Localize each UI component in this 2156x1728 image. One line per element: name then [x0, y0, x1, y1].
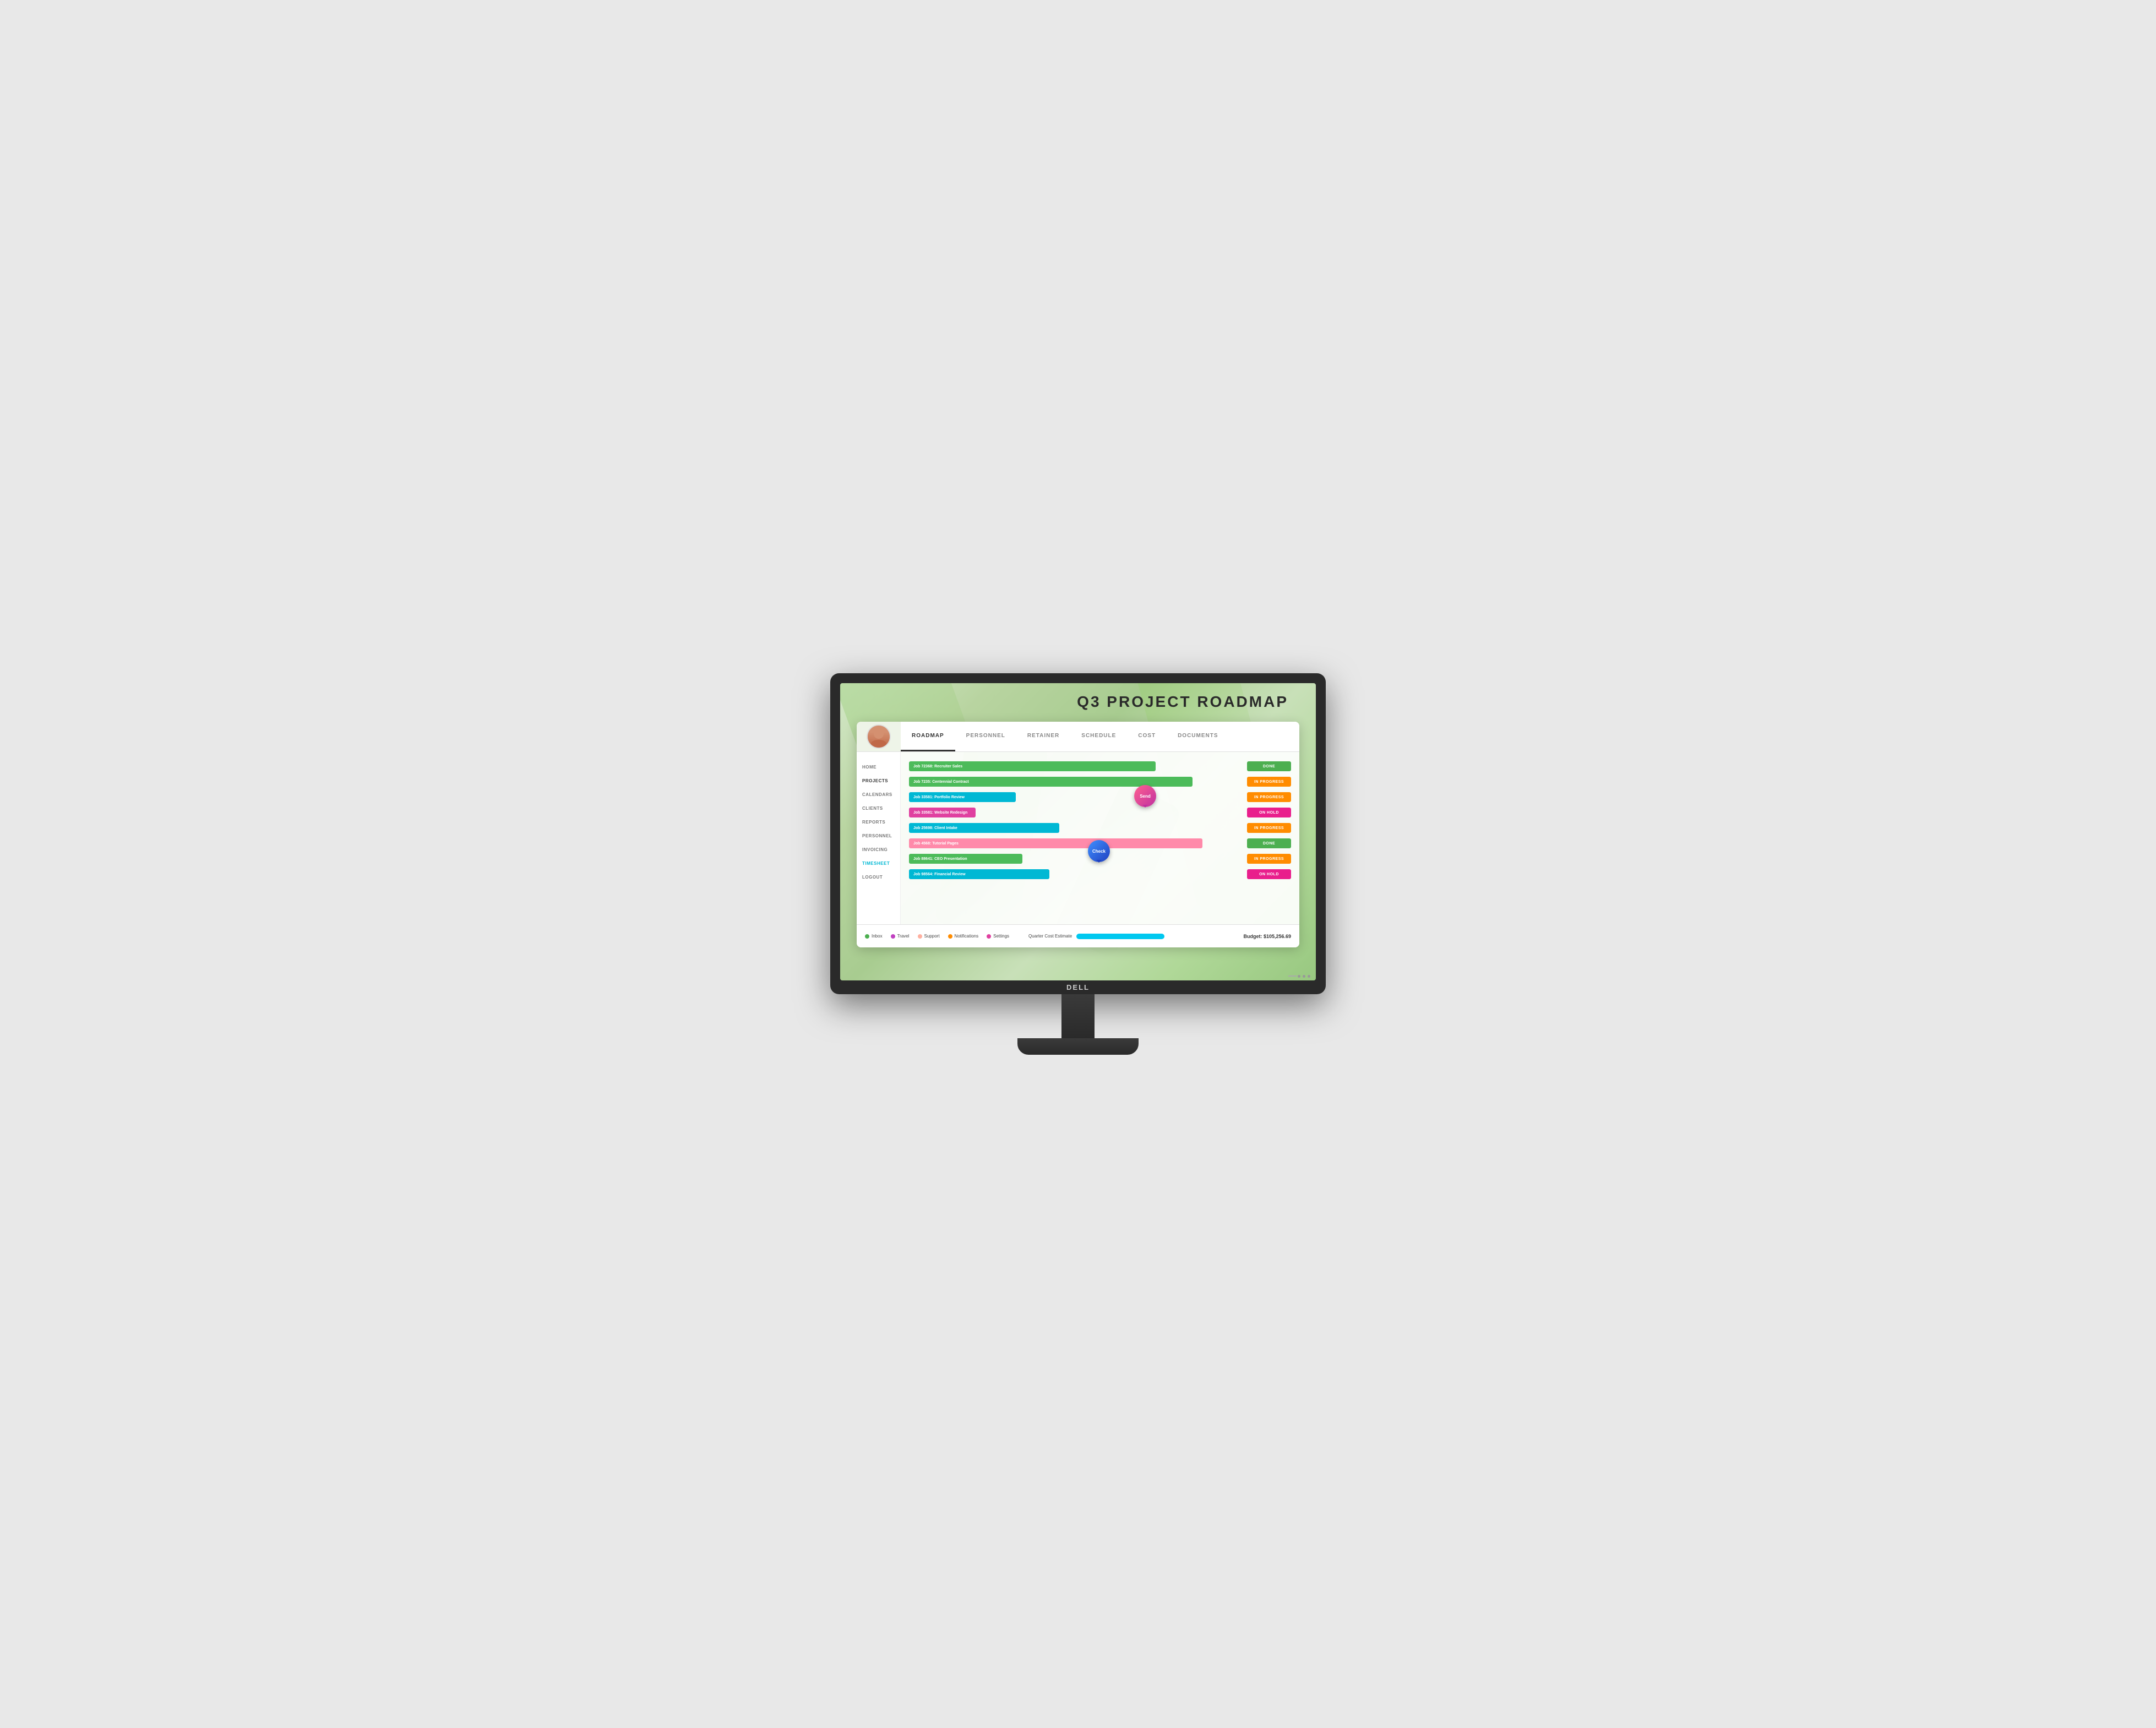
gantt-bar-3[interactable]: Job 33581: Website Redesign: [909, 808, 976, 817]
tab-retainer[interactable]: RETAINER: [1016, 722, 1070, 751]
avatar: [867, 724, 891, 749]
legend-inbox[interactable]: Inbox: [865, 934, 883, 939]
gantt-bar-area-5: Job 4568: Tutorial Pages: [909, 838, 1243, 848]
tab-personnel[interactable]: PERSONNEL: [955, 722, 1016, 751]
status-badge-3: ON HOLD: [1247, 808, 1291, 817]
dell-logo: DELL: [1066, 983, 1090, 991]
support-dot: [918, 934, 922, 939]
gantt-bar-2[interactable]: Job 33581: Portfolio Review: [909, 792, 1016, 802]
travel-dot: [891, 934, 895, 939]
sidebar: HOME PROJECTS CALENDARS CLIENTS REPORTS …: [857, 752, 901, 924]
sidebar-item-personnel[interactable]: PERSONNEL: [857, 829, 900, 843]
cost-bar: [1076, 934, 1164, 939]
gantt-bar-6[interactable]: Job 88641: CEO Presentation: [909, 854, 1022, 864]
gantt-row-0: Job 72368: Recruiter Sales DONE: [909, 760, 1291, 772]
gantt-bar-area-6: Job 88641: CEO Presentation: [909, 854, 1243, 864]
bottom-bar: Inbox Travel Support Notifications: [857, 924, 1299, 947]
gantt-bar-area-4: Job 25698: Client Intake: [909, 823, 1243, 833]
app-window: ROADMAP PERSONNEL RETAINER SCHEDULE COST…: [857, 722, 1299, 947]
monitor-chin: DELL: [840, 980, 1316, 994]
legend-settings[interactable]: Settings: [987, 934, 1009, 939]
avatar-section: [857, 722, 901, 751]
screen-dots: [1298, 975, 1310, 978]
cost-estimate: Quarter Cost Estimate: [1028, 934, 1164, 939]
check-bubble: Check: [1088, 840, 1110, 862]
gantt-row-1: Job 7235: Centennial Contract IN PROGRES…: [909, 776, 1291, 788]
gantt-bar-area-1: Job 7235: Centennial Contract: [909, 777, 1243, 787]
sidebar-item-timesheet[interactable]: TIMESHEET: [857, 857, 900, 870]
status-badge-1: IN PROGRESS: [1247, 777, 1291, 787]
tab-cost[interactable]: COST: [1127, 722, 1167, 751]
monitor-outer: Q3 PROJECT ROADMAP ROAD: [830, 673, 1326, 994]
budget-text: Budget: $105,256.69: [1243, 934, 1291, 939]
screen-dot-1: [1298, 975, 1300, 978]
notifications-dot: [948, 934, 952, 939]
status-badge-6: IN PROGRESS: [1247, 854, 1291, 864]
status-badge-2: IN PROGRESS: [1247, 792, 1291, 802]
sidebar-item-home[interactable]: HOME: [857, 760, 900, 774]
gantt-bar-0[interactable]: Job 72368: Recruiter Sales: [909, 761, 1156, 771]
status-badge-4: IN PROGRESS: [1247, 823, 1291, 833]
app-header: ROADMAP PERSONNEL RETAINER SCHEDULE COST…: [857, 722, 1299, 752]
gantt-row-7: Job 98564: Financial Review ON HOLD: [909, 868, 1291, 880]
sidebar-item-calendars[interactable]: CALENDARS: [857, 788, 900, 802]
sidebar-item-invoicing[interactable]: INVOICING: [857, 843, 900, 857]
gantt-bar-5[interactable]: Job 4568: Tutorial Pages: [909, 838, 1202, 848]
inbox-dot: [865, 934, 869, 939]
page-title: Q3 PROJECT ROADMAP: [1077, 693, 1288, 711]
gantt-bar-7[interactable]: Job 98564: Financial Review: [909, 869, 1049, 879]
sidebar-item-projects[interactable]: PROJECTS: [857, 774, 900, 788]
gantt-row-4: Job 25698: Client Intake IN PROGRESS: [909, 822, 1291, 834]
status-badge-0: DONE: [1247, 761, 1291, 771]
gantt-bar-1[interactable]: Job 7235: Centennial Contract: [909, 777, 1193, 787]
stand-neck: [1061, 994, 1095, 1038]
tab-documents[interactable]: DOCUMENTS: [1167, 722, 1229, 751]
gantt-bar-area-2: Job 33581: Portfolio Review: [909, 792, 1243, 802]
app-body: HOME PROJECTS CALENDARS CLIENTS REPORTS …: [857, 752, 1299, 924]
tab-schedule[interactable]: SCHEDULE: [1070, 722, 1127, 751]
legend-notifications[interactable]: Notifications: [948, 934, 979, 939]
send-bubble: Send: [1134, 785, 1156, 807]
legend-support[interactable]: Support: [918, 934, 940, 939]
screen: Q3 PROJECT ROADMAP ROAD: [840, 683, 1316, 980]
sidebar-item-reports[interactable]: REPORTS: [857, 815, 900, 829]
legend-travel[interactable]: Travel: [891, 934, 910, 939]
gantt-row-2: Job 33581: Portfolio Review IN PROGRESS: [909, 791, 1291, 803]
sidebar-item-clients[interactable]: CLIENTS: [857, 802, 900, 815]
status-badge-5: DONE: [1247, 838, 1291, 848]
tabs-nav: ROADMAP PERSONNEL RETAINER SCHEDULE COST…: [901, 722, 1299, 751]
status-badge-7: ON HOLD: [1247, 869, 1291, 879]
gantt-bar-4[interactable]: Job 25698: Client Intake: [909, 823, 1059, 833]
stand-base: [1017, 1038, 1139, 1055]
settings-dot: [987, 934, 991, 939]
gantt-bar-area-7: Job 98564: Financial Review: [909, 869, 1243, 879]
screen-dot-2: [1303, 975, 1305, 978]
gantt-row-3: Job 33581: Website Redesign ON HOLD: [909, 806, 1291, 819]
main-area: Send Check Job 72368: Recruiter Sales: [901, 752, 1299, 924]
sidebar-item-logout[interactable]: LOGOUT: [857, 870, 900, 884]
gantt-bar-area-3: Job 33581: Website Redesign: [909, 808, 1243, 817]
tab-roadmap[interactable]: ROADMAP: [901, 722, 955, 751]
screen-dot-3: [1308, 975, 1310, 978]
cost-label: Quarter Cost Estimate: [1028, 934, 1072, 939]
gantt-bar-area-0: Job 72368: Recruiter Sales: [909, 761, 1243, 771]
screen-indicator-line: [1288, 975, 1297, 977]
monitor-wrapper: Q3 PROJECT ROADMAP ROAD: [830, 673, 1326, 1055]
